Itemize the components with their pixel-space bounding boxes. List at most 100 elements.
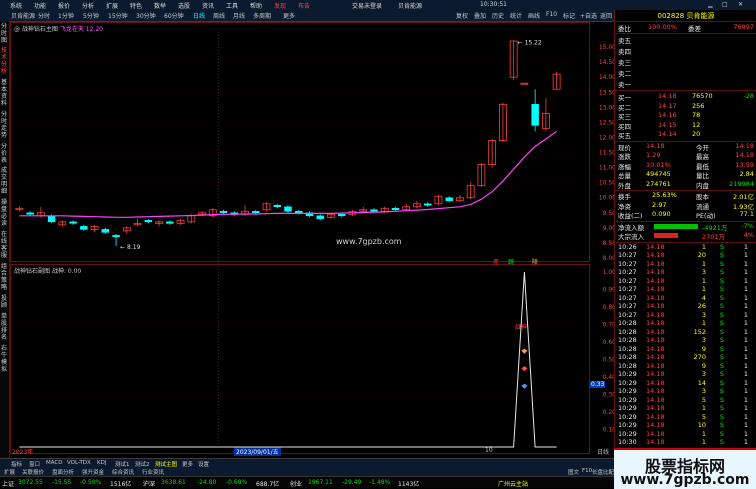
tick-volume: 270	[693, 353, 706, 361]
stat-value: 2.84	[739, 170, 754, 178]
tick-volume: 1	[701, 259, 706, 268]
sell-level-label: 卖二	[618, 70, 631, 78]
tab-market-analysis[interactable]: 盘面分析	[52, 468, 74, 476]
tick-price: 14.18	[646, 412, 665, 421]
tick-price: 14.18	[646, 242, 665, 251]
tab-kdj[interactable]: KDJ	[97, 460, 106, 466]
stat-value: 1.29	[646, 151, 661, 159]
tick-count: 1	[743, 327, 748, 336]
sell-level-label: 卖四	[618, 48, 631, 56]
tick-volume: 1	[701, 404, 706, 412]
tab-f10[interactable]: F10	[582, 468, 592, 474]
index-cy-value: 1967.11	[308, 479, 333, 486]
flow-label: 净流入额	[618, 223, 644, 232]
sell-level-label: 卖三	[618, 59, 631, 67]
quote-panel: 002828 贝肯能源 委比 100.00% 委差 76997 卖五 卖四 卖三 卖二…	[614, 10, 756, 467]
tab-strong-funds[interactable]: 强升资金	[82, 468, 104, 476]
quote-stat-row: 收益(二) 0.090 PE(动) 77.1	[618, 210, 754, 220]
fund-flow-row[interactable]: 大宗流入 2701万 4%	[618, 231, 754, 241]
buy-level-row[interactable]: 买二 14.17 256	[618, 102, 754, 112]
tick-price: 14.18	[646, 387, 665, 395]
tick-side: S	[719, 327, 724, 336]
tick-count: 1	[743, 251, 748, 259]
tick-time: 10:28	[618, 361, 637, 370]
tick-time: 10:26	[618, 242, 637, 251]
tab-macd[interactable]: MACD	[46, 460, 63, 466]
stat-label: 净资	[618, 202, 631, 211]
sell-level-row[interactable]: 卖一	[618, 79, 754, 89]
tab-related-quote[interactable]: 关联报价	[22, 468, 44, 476]
tick-volume: 1	[701, 429, 706, 438]
tick-time: 10:29	[618, 395, 637, 404]
tick-side: S	[719, 285, 724, 293]
buy-level-price: 14.16	[658, 111, 677, 119]
buy-level-label: 买一	[618, 94, 631, 102]
tick-side: S	[719, 293, 724, 302]
tick-time: 10:27	[618, 251, 637, 259]
tick-time: 10:27	[618, 268, 637, 276]
sell-level-row[interactable]: 卖五	[618, 35, 754, 45]
tick-side: S	[719, 395, 724, 404]
tick-count: 1	[743, 293, 748, 302]
tick-time: 10:29	[618, 421, 637, 429]
site-watermark: 股票指标网 www.7gpzb.com	[614, 448, 756, 489]
quote-stat-row: 净资 2.97 流通 1.93亿	[618, 201, 754, 211]
tick-count: 1	[743, 412, 748, 421]
stat-label: 最高	[696, 153, 709, 161]
tick-side: S	[719, 387, 724, 395]
tab-vol-tdx[interactable]: VOL-TDX	[67, 460, 91, 466]
oscillator-line	[19, 271, 557, 448]
sell-level-row[interactable]: 卖二	[618, 68, 754, 78]
tick-volume: 14	[697, 378, 706, 387]
stat-value: 494745	[646, 170, 671, 178]
tick-volume: 9	[701, 361, 706, 370]
tick-count: 1	[743, 259, 748, 268]
tab-general-news[interactable]: 综合资讯	[112, 468, 134, 476]
flow-pct: 4%	[743, 231, 754, 239]
order-ratio-value: 100.00%	[648, 23, 677, 31]
stat-value: 25.63%	[652, 191, 677, 199]
buy-level-row[interactable]: 买五 14.14 20	[618, 130, 754, 140]
sell-level-row[interactable]: 卖三	[618, 57, 754, 67]
tab-ratio[interactable]: 长盘比配	[592, 468, 614, 476]
sell-level-row[interactable]: 卖四	[618, 46, 754, 56]
buy-level-price: 14.18	[658, 92, 677, 100]
trade-tick-row: 10:30 14.18 1 S 1	[618, 438, 754, 447]
buy-level-row[interactable]: 买三 14.16 78	[618, 111, 754, 121]
tick-side: S	[719, 310, 724, 319]
tick-side: S	[719, 421, 724, 429]
watermark-url: www.7gpzb.com	[620, 472, 750, 488]
stat-label: 涨幅	[618, 162, 631, 171]
tab-extend[interactable]: 扩展	[4, 468, 15, 476]
tick-price: 14.18	[646, 438, 665, 446]
fund-flow-row[interactable]: 净流入额 -4921万 -7%	[618, 222, 754, 232]
tick-price: 14.18	[646, 285, 665, 293]
order-diff-label: 委差	[688, 25, 701, 33]
stat-label: 收益(二)	[618, 212, 643, 220]
tick-time: 10:27	[618, 276, 637, 285]
stat-label: 流通	[696, 202, 709, 211]
tick-count: 1	[743, 276, 748, 285]
tab-chart-text[interactable]: 图文	[568, 468, 579, 476]
flow-value: 2701万	[702, 233, 726, 241]
tick-volume: 1	[701, 276, 706, 285]
tick-price: 14.18	[646, 429, 665, 438]
diamond-icon-red	[521, 366, 528, 372]
buy-level-row[interactable]: 买四 14.15 12	[618, 121, 754, 131]
buy-level-row[interactable]: 买一 14.18 76570 -28	[618, 92, 754, 102]
tick-volume: 3	[701, 268, 706, 276]
tick-side: S	[719, 344, 724, 353]
tick-count: 1	[743, 378, 748, 387]
stat-label: 最低	[696, 162, 709, 171]
stat-value: 14.18	[735, 141, 754, 150]
tick-side: S	[719, 404, 724, 412]
tab-industry-news[interactable]: 行业资讯	[142, 468, 164, 476]
buy-level-label: 买四	[618, 122, 631, 131]
tick-time: 10:28	[618, 344, 637, 353]
tick-volume: 1	[701, 438, 706, 446]
tick-price: 14.18	[646, 404, 665, 412]
order-ratio-row: 委比 100.00% 委差 76997	[618, 23, 754, 33]
diamond-icon-blue	[521, 383, 528, 389]
tick-price: 14.18	[646, 302, 665, 310]
index-sz-value: 3638.61	[161, 479, 186, 486]
